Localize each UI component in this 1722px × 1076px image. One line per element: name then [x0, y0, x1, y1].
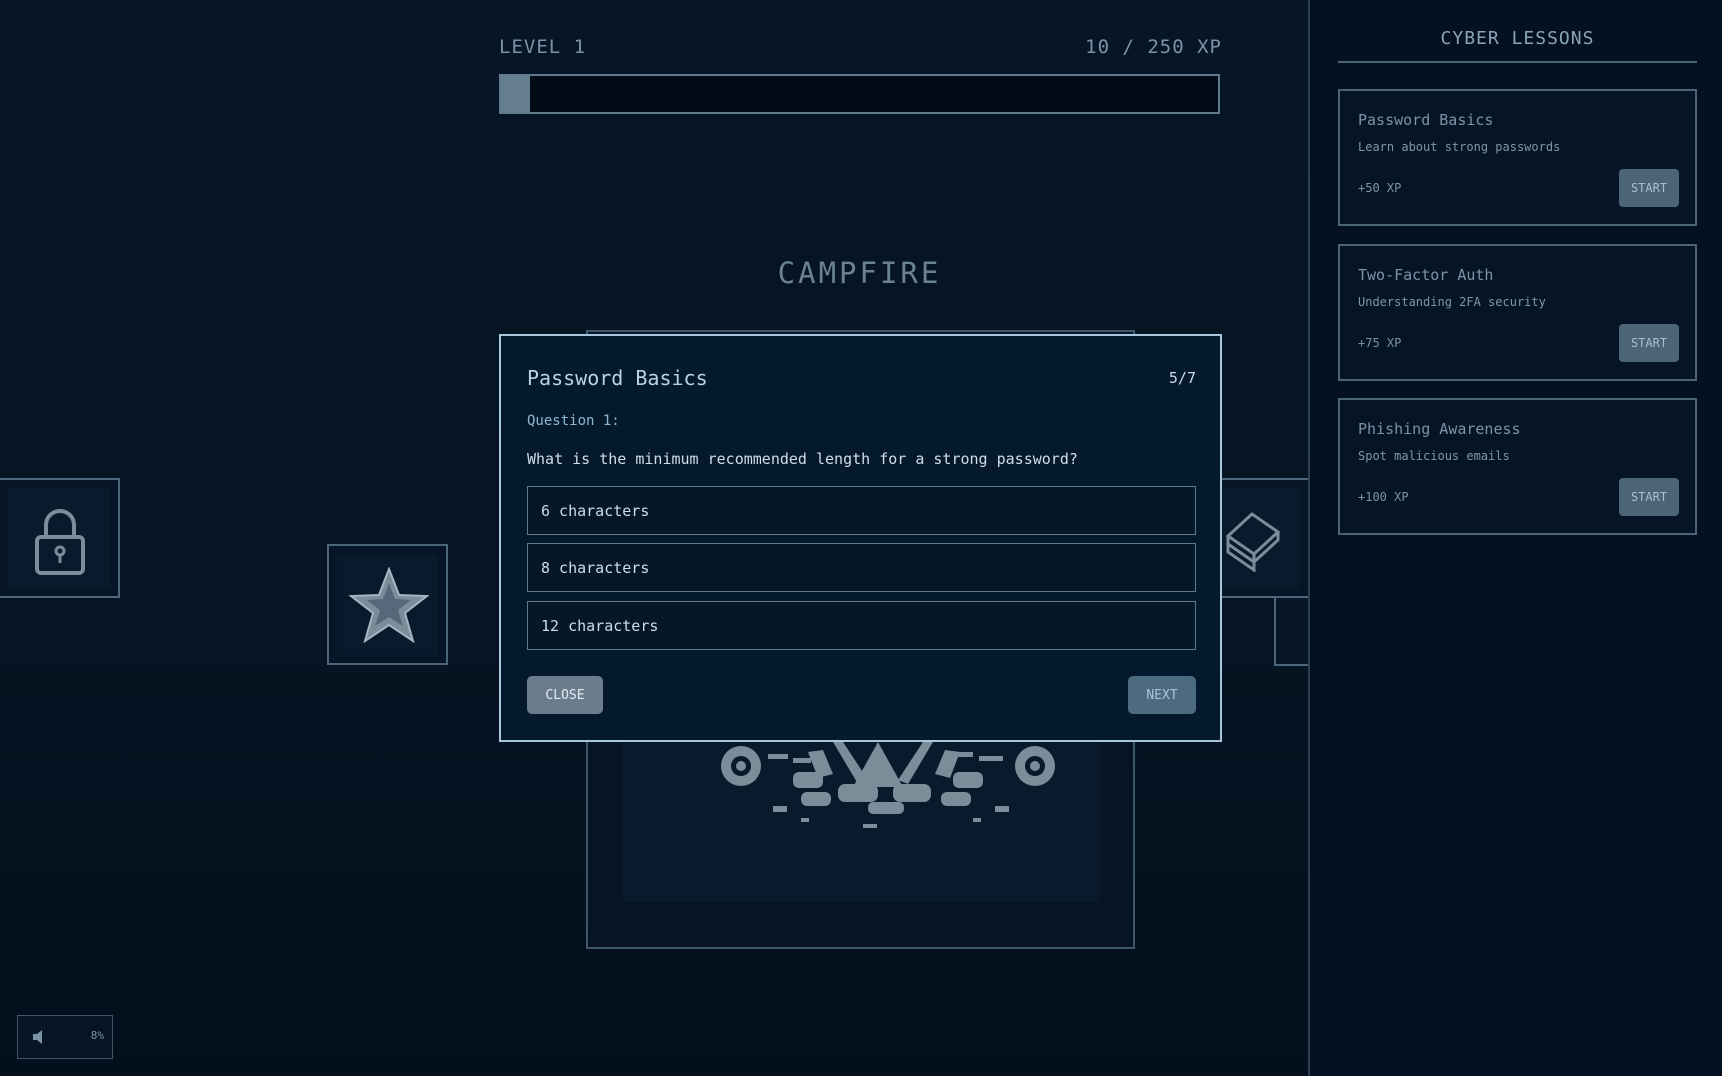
start-lesson-button[interactable]: START: [1619, 324, 1679, 362]
close-button[interactable]: CLOSE: [527, 676, 603, 714]
star-tile[interactable]: [327, 544, 448, 665]
lesson-description: Spot malicious emails: [1358, 449, 1510, 463]
start-lesson-button[interactable]: START: [1619, 169, 1679, 207]
answer-option[interactable]: 8 characters: [527, 543, 1196, 592]
lesson-description: Learn about strong passwords: [1358, 140, 1561, 154]
quiz-progress: 5/7: [1168, 369, 1196, 387]
book-tile[interactable]: [1220, 478, 1310, 598]
lock-icon: [35, 509, 85, 575]
star-icon: [349, 567, 429, 643]
divider: [1338, 61, 1697, 63]
lesson-card-phishing-awareness: Phishing Awareness Spot malicious emails…: [1338, 398, 1697, 535]
speaker-icon[interactable]: [32, 1029, 46, 1045]
lesson-description: Understanding 2FA security: [1358, 295, 1546, 309]
side-tile[interactable]: [1274, 596, 1310, 666]
xp-progress-fill: [501, 76, 530, 112]
volume-level: 8%: [90, 1029, 104, 1042]
lesson-card-two-factor-auth: Two-Factor Auth Understanding 2FA securi…: [1338, 244, 1697, 381]
lessons-sidebar: CYBER LESSONS Password Basics Learn abou…: [1308, 0, 1722, 1076]
xp-counter: 10 / 250 XP: [1085, 36, 1222, 58]
next-button[interactable]: NEXT: [1128, 676, 1196, 714]
lock-tile[interactable]: [0, 478, 120, 598]
answer-option[interactable]: 12 characters: [527, 601, 1196, 650]
location-title: CAMPFIRE: [777, 256, 942, 290]
lesson-xp: +50 XP: [1358, 181, 1402, 195]
question-number: Question 1:: [527, 413, 620, 429]
lesson-name: Phishing Awareness: [1358, 420, 1521, 438]
quiz-modal: Password Basics 5/7 Question 1: What is …: [499, 334, 1222, 742]
xp-progress-bar: [499, 74, 1220, 114]
lesson-card-password-basics: Password Basics Learn about strong passw…: [1338, 89, 1697, 226]
sidebar-title: CYBER LESSONS: [1440, 28, 1595, 49]
level-label: LEVEL 1: [499, 36, 587, 58]
question-text: What is the minimum recommended length f…: [527, 450, 1078, 468]
campfire-sprite[interactable]: [683, 742, 1083, 842]
book-stack-icon: [1225, 512, 1281, 572]
start-lesson-button[interactable]: START: [1619, 478, 1679, 516]
quiz-title: Password Basics: [527, 366, 708, 390]
lesson-name: Two-Factor Auth: [1358, 266, 1494, 284]
answer-option[interactable]: 6 characters: [527, 486, 1196, 535]
lesson-name: Password Basics: [1358, 111, 1494, 129]
lesson-xp: +100 XP: [1358, 490, 1409, 504]
lesson-xp: +75 XP: [1358, 336, 1402, 350]
sound-control[interactable]: 8%: [17, 1015, 113, 1059]
